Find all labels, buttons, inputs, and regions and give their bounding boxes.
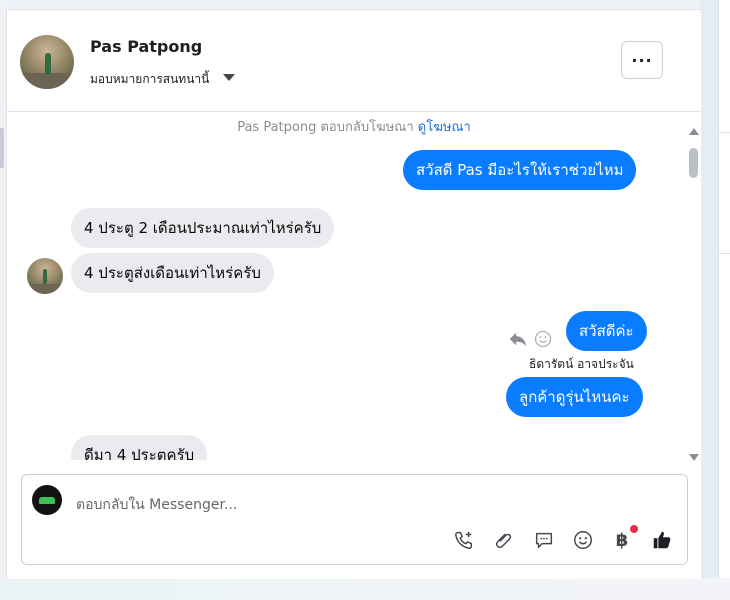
view-ad-link[interactable]: ดูโฆษณา bbox=[418, 120, 471, 135]
left-scroll-indicator bbox=[0, 128, 4, 168]
baht-payment-icon: ฿ bbox=[615, 529, 629, 551]
attachment-icon bbox=[495, 533, 512, 549]
more-options-icon: ··· bbox=[631, 50, 653, 70]
message-composer: ตอบกลับใน Messenger... ฿ bbox=[21, 474, 688, 565]
saved-replies-button[interactable] bbox=[532, 528, 556, 552]
dropdown-caret-icon[interactable] bbox=[223, 74, 235, 81]
react-emoji-icon[interactable] bbox=[533, 329, 553, 349]
conversation-header: Pas Patpong มอบหมายการสนทนานี้ ··· bbox=[7, 10, 701, 112]
like-button[interactable] bbox=[650, 528, 674, 552]
attach-button[interactable] bbox=[492, 528, 516, 552]
message-bubble-outgoing[interactable]: สวัสดีค่ะ bbox=[566, 311, 647, 351]
emoji-icon bbox=[574, 531, 592, 549]
message-bubble-outgoing[interactable]: สวัสดี Pas มีอะไรให้เราช่วยไหม bbox=[403, 150, 637, 190]
call-add-icon bbox=[455, 531, 473, 549]
message-bubble-incoming[interactable]: 4 ประตู 2 เดือนประมาณเท่าไหร่ครับ bbox=[71, 208, 335, 248]
message-bubble-outgoing[interactable]: ลูกค้าดูรุ่นไหนคะ bbox=[506, 377, 643, 417]
notification-dot bbox=[630, 525, 638, 533]
thumbs-up-icon bbox=[653, 531, 671, 549]
saved-reply-icon bbox=[535, 532, 553, 549]
right-side-panel bbox=[718, 0, 730, 578]
assign-conversation-dropdown[interactable]: มอบหมายการสนทนานี้ bbox=[90, 70, 209, 89]
reply-input[interactable]: ตอบกลับใน Messenger... bbox=[76, 494, 237, 516]
bottom-background bbox=[0, 578, 730, 600]
more-options-button[interactable]: ··· bbox=[621, 41, 663, 79]
ad-reply-notice: Pas Patpong ตอบกลับโฆษณา ดูโฆษณา bbox=[7, 116, 701, 137]
call-button[interactable] bbox=[452, 528, 476, 552]
scrollbar-thumb[interactable] bbox=[689, 148, 698, 178]
right-panel-divider bbox=[719, 253, 730, 254]
ad-reply-text: Pas Patpong ตอบกลับโฆษณา bbox=[237, 120, 414, 135]
message-thread: Pas Patpong ตอบกลับโฆษณา ดูโฆษณา สวัสดี … bbox=[7, 112, 701, 460]
sender-name: ธิดารัตน์ อาจประจัน bbox=[529, 357, 634, 371]
emoji-button[interactable] bbox=[571, 528, 595, 552]
contact-avatar-small bbox=[27, 258, 63, 294]
right-panel-divider bbox=[719, 132, 730, 133]
message-bubble-incoming[interactable]: 4 ประตูส่งเดือนเท่าไหร่ครับ bbox=[71, 253, 274, 293]
scroll-up-arrow[interactable] bbox=[689, 128, 699, 135]
reply-icon[interactable] bbox=[507, 328, 529, 350]
message-bubble-incoming[interactable]: ดีมา 4 ประตูครับ bbox=[71, 435, 208, 460]
contact-name[interactable]: Pas Patpong bbox=[90, 37, 202, 56]
contact-avatar[interactable] bbox=[20, 35, 74, 89]
conversation-panel: Pas Patpong มอบหมายการสนทนานี้ ··· Pas P… bbox=[6, 9, 701, 579]
scroll-down-arrow[interactable] bbox=[689, 454, 699, 461]
page-avatar bbox=[32, 485, 62, 515]
